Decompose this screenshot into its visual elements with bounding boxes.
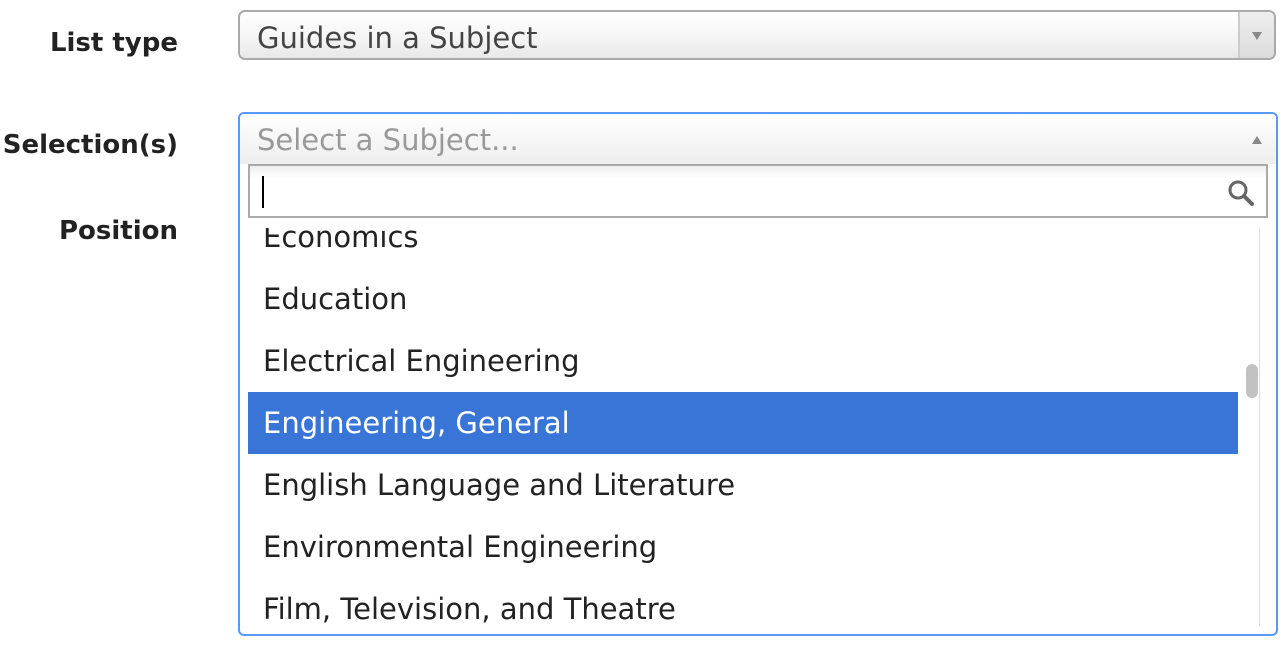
list-item[interactable]: Education xyxy=(248,268,1238,330)
selections-label: Selection(s) xyxy=(2,130,178,160)
list-item[interactable]: Electrical Engineering xyxy=(248,330,1238,392)
list-item[interactable]: Economics xyxy=(248,228,1238,268)
list-item[interactable]: Environmental Engineering xyxy=(248,516,1238,578)
list-type-selected-value: Guides in a Subject xyxy=(257,21,538,55)
subject-results-list[interactable]: Economics Education Electrical Engineeri… xyxy=(248,228,1238,628)
position-label: Position xyxy=(58,216,178,246)
list-item[interactable]: English Language and Literature xyxy=(248,454,1238,516)
chevron-up-icon xyxy=(1252,136,1262,144)
subject-select-placeholder: Select a Subject... xyxy=(257,123,519,157)
subject-search-box[interactable] xyxy=(248,164,1268,218)
list-type-dropdown-toggle[interactable] xyxy=(1238,12,1274,58)
form-page: List type Selection(s) Position Guides i… xyxy=(0,0,1286,648)
subject-select-header[interactable]: Select a Subject... xyxy=(240,114,1276,164)
list-item-highlighted[interactable]: Engineering, General xyxy=(248,392,1238,454)
list-item[interactable]: Film, Television, and Theatre xyxy=(248,578,1238,628)
list-type-label: List type xyxy=(49,28,178,58)
subject-search-input[interactable] xyxy=(250,166,1210,216)
search-icon xyxy=(1228,180,1254,206)
results-scrollbar[interactable] xyxy=(1240,228,1260,626)
chevron-down-icon xyxy=(1252,32,1262,40)
scrollbar-track xyxy=(1259,228,1260,626)
subject-select[interactable]: Select a Subject... Economics Education … xyxy=(238,112,1278,636)
list-type-select[interactable]: Guides in a Subject xyxy=(238,10,1276,60)
scrollbar-thumb[interactable] xyxy=(1246,364,1258,398)
